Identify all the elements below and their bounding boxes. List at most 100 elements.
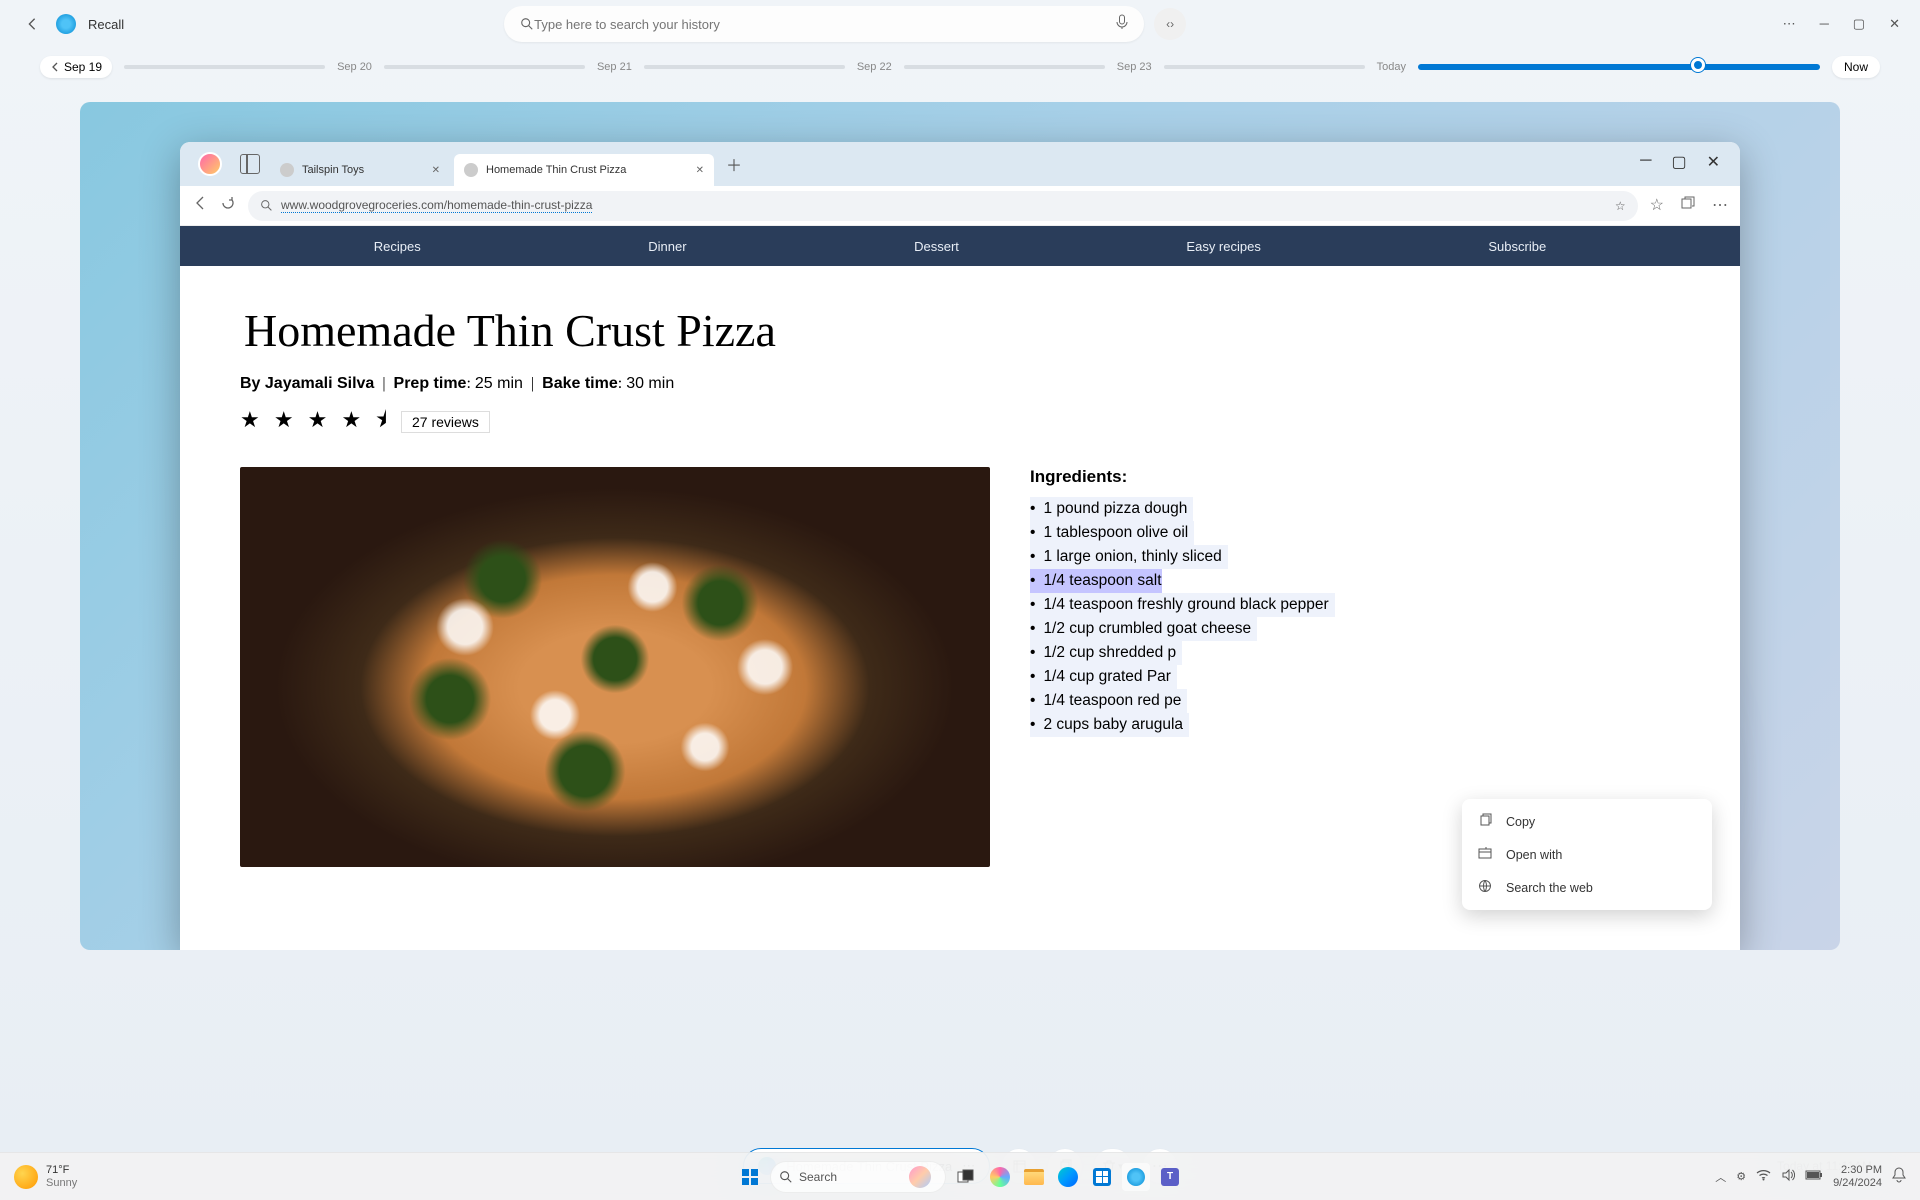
ingredient-item: 2 cups baby arugula — [1030, 713, 1189, 737]
tray-notifications-icon[interactable] — [1892, 1167, 1906, 1186]
tab-title: Homemade Thin Crust Pizza — [486, 164, 626, 176]
context-copy[interactable]: Copy — [1462, 805, 1712, 838]
app-name: Recall — [88, 17, 124, 32]
url-text: www.woodgrovegroceries.com/homemade-thin… — [281, 198, 592, 213]
timeline-segment[interactable] — [1164, 65, 1365, 69]
collections-icon[interactable] — [1680, 195, 1696, 216]
timeline[interactable]: Sep 19 Sep 20 Sep 21 Sep 22 Sep 23 Today… — [0, 48, 1920, 86]
context-open-with[interactable]: Open with — [1462, 838, 1712, 871]
timeline-date-label: Sep 21 — [597, 61, 632, 73]
start-button[interactable] — [736, 1163, 764, 1191]
ingredient-item: 1/2 cup crumbled goat cheese — [1030, 617, 1257, 641]
globe-icon — [1478, 879, 1494, 896]
code-button[interactable]: ‹› — [1154, 8, 1186, 40]
tab-close-button[interactable]: ✕ — [696, 165, 704, 176]
taskbar-search[interactable]: Search — [770, 1161, 946, 1193]
store-taskbar-icon[interactable] — [1088, 1163, 1116, 1191]
favorites-icon[interactable]: ☆ — [1650, 195, 1664, 216]
context-item-label: Copy — [1506, 815, 1535, 829]
tray-battery-icon[interactable] — [1805, 1170, 1823, 1183]
app-titlebar: Recall ‹› ⋯ ─ ▢ ✕ — [0, 0, 1920, 48]
timeline-start-pill[interactable]: Sep 19 — [40, 56, 112, 78]
timeline-segment[interactable] — [124, 65, 325, 69]
rating-row: ★ ★ ★ ★ ⯨ 27 reviews — [240, 403, 1680, 441]
nav-link[interactable]: Subscribe — [1488, 239, 1546, 254]
recall-app-icon — [56, 14, 76, 34]
favorite-star-icon[interactable]: ☆ — [1615, 199, 1626, 213]
weather-widget[interactable]: 71°F Sunny — [14, 1164, 77, 1188]
browser-tab-strip: Tailspin Toys ✕ Homemade Thin Crust Pizz… — [180, 142, 1740, 186]
task-view-button[interactable] — [952, 1163, 980, 1191]
ingredient-item: 1 tablespoon olive oil — [1030, 521, 1194, 545]
timeline-active-segment[interactable] — [1418, 64, 1820, 70]
ingredient-item: 1 large onion, thinly sliced — [1030, 545, 1228, 569]
nav-link[interactable]: Dinner — [648, 239, 686, 254]
weather-condition: Sunny — [46, 1177, 77, 1189]
ingredient-item: 1 pound pizza dough — [1030, 497, 1193, 521]
timeline-segment[interactable] — [904, 65, 1105, 69]
back-button[interactable] — [20, 12, 44, 36]
tray-clock[interactable]: 2:30 PM 9/24/2024 — [1833, 1164, 1882, 1188]
nav-link[interactable]: Easy recipes — [1186, 239, 1260, 254]
timeline-now-button[interactable]: Now — [1832, 56, 1880, 78]
edge-taskbar-icon[interactable] — [1054, 1163, 1082, 1191]
more-button[interactable]: ⋯ — [1783, 16, 1796, 32]
browser-maximize[interactable]: ▢ — [1671, 152, 1686, 172]
recipe-meta: By Jayamali Silva | Prep time: 25 min | … — [240, 375, 1680, 393]
new-tab-button[interactable]: ＋ — [726, 152, 742, 176]
tab-close-button[interactable]: ✕ — [432, 165, 440, 176]
browser-more-button[interactable]: ⋯ — [1712, 195, 1728, 216]
history-search-box[interactable] — [504, 6, 1144, 42]
context-search-web[interactable]: Search the web — [1462, 871, 1712, 904]
browser-back-button[interactable] — [192, 195, 208, 216]
tab-title: Tailspin Toys — [302, 164, 364, 176]
timeline-date-label: Sep 19 — [64, 60, 102, 74]
bake-time-label: Bake time — [542, 375, 618, 392]
star-rating: ★ ★ ★ ★ ⯨ — [240, 403, 391, 441]
ingredient-item: 1/4 teaspoon freshly ground black pepper — [1030, 593, 1335, 617]
maximize-button[interactable]: ▢ — [1853, 16, 1865, 32]
address-bar[interactable]: www.woodgrovegroceries.com/homemade-thin… — [248, 191, 1638, 221]
browser-tab-active[interactable]: Homemade Thin Crust Pizza ✕ — [454, 154, 714, 186]
browser-refresh-button[interactable] — [220, 195, 236, 216]
review-count: 27 reviews — [401, 411, 490, 433]
chevron-left-icon — [50, 62, 60, 72]
tray-chevron-icon[interactable]: ︿ — [1715, 1169, 1726, 1185]
snapshot-frame: Tailspin Toys ✕ Homemade Thin Crust Pizz… — [80, 102, 1840, 950]
browser-close[interactable]: ✕ — [1707, 152, 1720, 172]
minimize-button[interactable]: ─ — [1820, 16, 1829, 32]
search-icon — [520, 17, 534, 31]
taskbar-search-label: Search — [799, 1170, 837, 1184]
workspaces-icon[interactable] — [240, 154, 260, 174]
mic-icon[interactable] — [1116, 14, 1128, 35]
nav-link[interactable]: Recipes — [374, 239, 421, 254]
search-icon — [260, 199, 273, 212]
recipe-title: Homemade Thin Crust Pizza — [240, 300, 786, 361]
browser-minimize[interactable]: ─ — [1640, 152, 1651, 172]
browser-tab[interactable]: Tailspin Toys ✕ — [270, 154, 450, 186]
tray-settings-icon[interactable]: ⚙ — [1736, 1170, 1746, 1183]
timeline-segment[interactable] — [644, 65, 845, 69]
copilot-taskbar-icon[interactable] — [986, 1163, 1014, 1191]
profile-avatar[interactable] — [198, 152, 222, 176]
tray-volume-icon[interactable] — [1781, 1168, 1795, 1185]
teams-taskbar-icon[interactable]: T — [1156, 1163, 1184, 1191]
ingredient-item: 1/4 teaspoon red pe — [1030, 689, 1187, 713]
context-menu: Copy Open with Search the web — [1462, 799, 1712, 910]
browser-toolbar: www.woodgrovegroceries.com/homemade-thin… — [180, 186, 1740, 226]
copy-icon — [1478, 813, 1494, 830]
bake-time-value: 30 min — [626, 375, 674, 392]
nav-link[interactable]: Dessert — [914, 239, 959, 254]
close-button[interactable]: ✕ — [1889, 16, 1900, 32]
recall-taskbar-icon[interactable] — [1122, 1163, 1150, 1191]
ingredient-item: 1/2 cup shredded p — [1030, 641, 1182, 665]
ingredient-item-selected: 1/4 teaspoon salt — [1030, 569, 1162, 593]
timeline-date-label: Sep 20 — [337, 61, 372, 73]
history-search-input[interactable] — [534, 17, 1116, 32]
tray-wifi-icon[interactable] — [1756, 1169, 1771, 1184]
file-explorer-icon[interactable] — [1020, 1163, 1048, 1191]
timeline-scrubber-knob[interactable] — [1691, 58, 1705, 72]
windows-taskbar: 71°F Sunny Search T ︿ ⚙ 2:30 PM 9/24/202… — [0, 1152, 1920, 1200]
prep-time-label: Prep time — [394, 375, 467, 392]
timeline-segment[interactable] — [384, 65, 585, 69]
